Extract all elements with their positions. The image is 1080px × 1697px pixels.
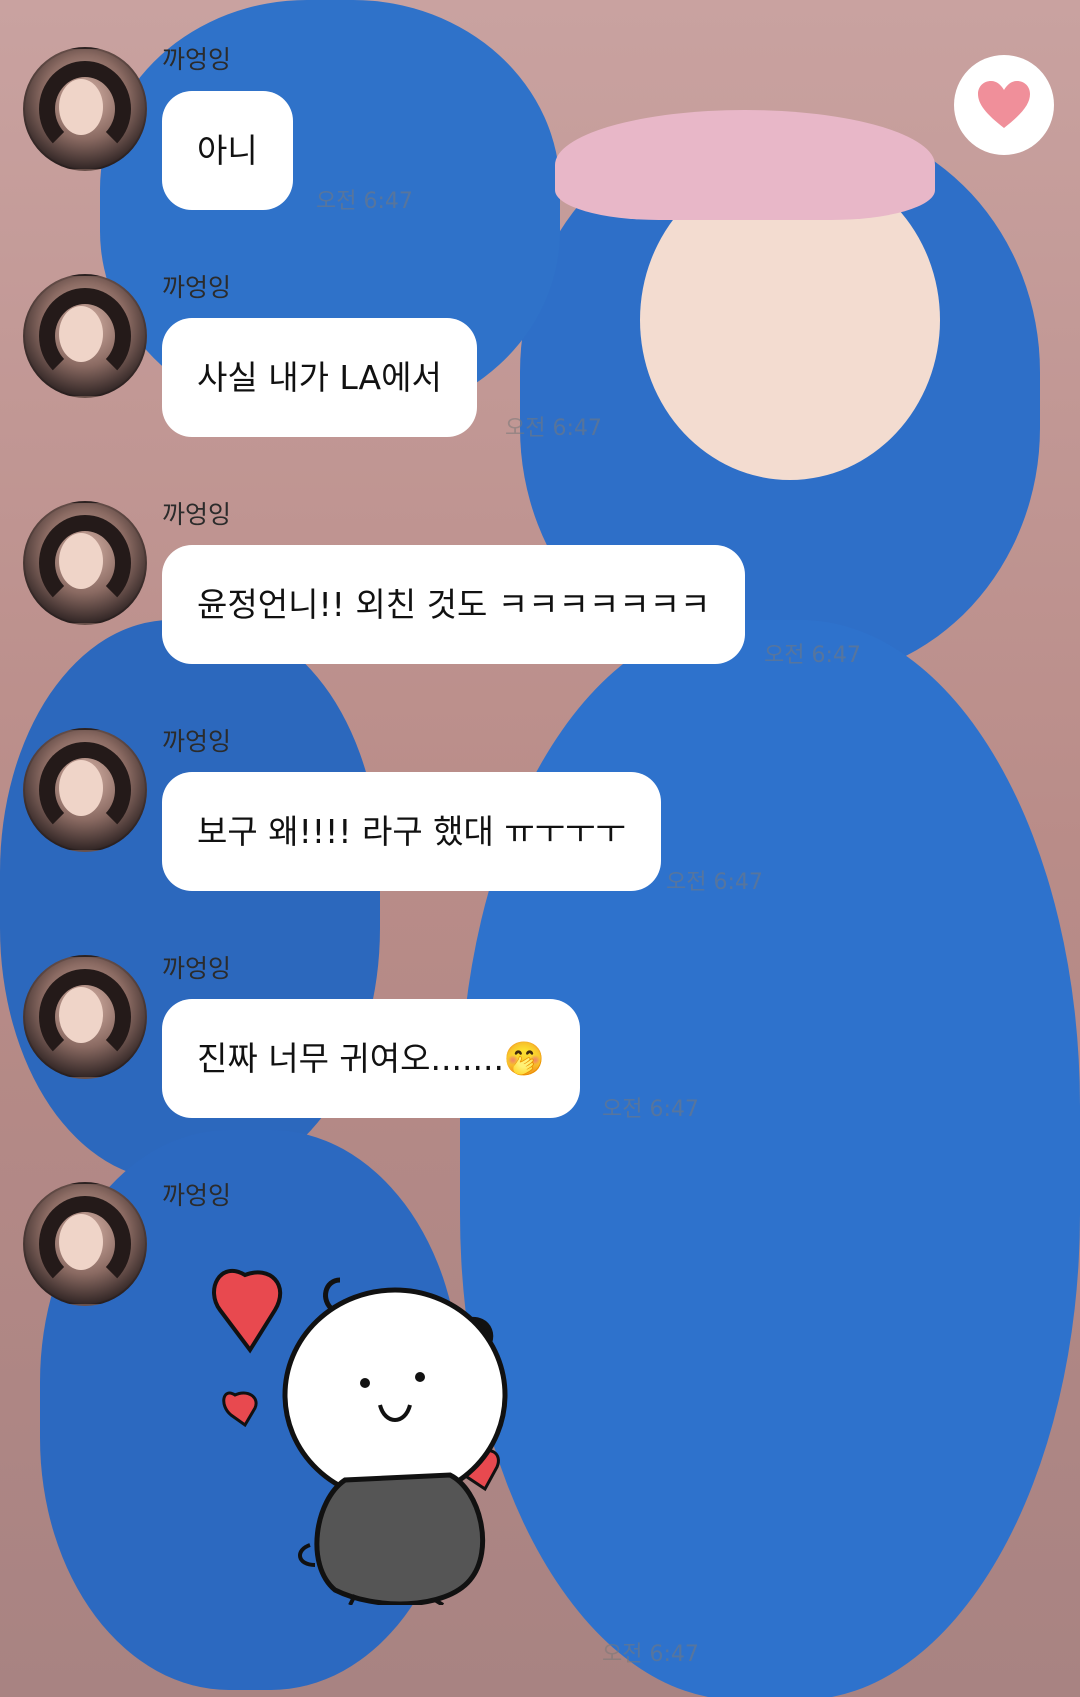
- sender-name: 까엉잉: [162, 500, 232, 529]
- avatar[interactable]: [23, 728, 147, 852]
- avatar[interactable]: [23, 1182, 147, 1306]
- message-timestamp: 오전 6:47: [505, 416, 602, 441]
- sender-name: 까엉잉: [162, 45, 232, 74]
- message-bubble[interactable]: 아니: [162, 91, 293, 210]
- avatar[interactable]: [23, 955, 147, 1079]
- sender-name: 까엉잉: [162, 954, 232, 983]
- heart-icon: [978, 81, 1030, 128]
- sender-name: 까엉잉: [162, 727, 232, 756]
- message-timestamp: 오전 6:47: [316, 189, 413, 214]
- message-timestamp: 오전 6:47: [764, 643, 861, 668]
- like-button[interactable]: [954, 55, 1054, 155]
- sender-name: 까엉잉: [162, 273, 232, 302]
- sender-name: 까엉잉: [162, 1181, 232, 1210]
- message-bubble[interactable]: 진짜 너무 귀여오.......🤭: [162, 999, 581, 1118]
- message-bubble[interactable]: 사실 내가 LA에서: [162, 318, 477, 437]
- avatar[interactable]: [23, 274, 147, 398]
- dog-with-hearts-sticker-icon[interactable]: [205, 1265, 535, 1605]
- message-bubble[interactable]: 윤정언니!! 외친 것도 ㅋㅋㅋㅋㅋㅋㅋ: [162, 545, 746, 664]
- avatar[interactable]: [23, 501, 147, 625]
- message-timestamp: 오전 6:47: [602, 1642, 699, 1667]
- message-bubble[interactable]: 보구 왜!!!! 라구 했대 ㅠㅜㅜㅜ: [162, 772, 661, 891]
- message-timestamp: 오전 6:47: [666, 870, 763, 895]
- avatar[interactable]: [23, 47, 147, 171]
- message-timestamp: 오전 6:47: [602, 1097, 699, 1122]
